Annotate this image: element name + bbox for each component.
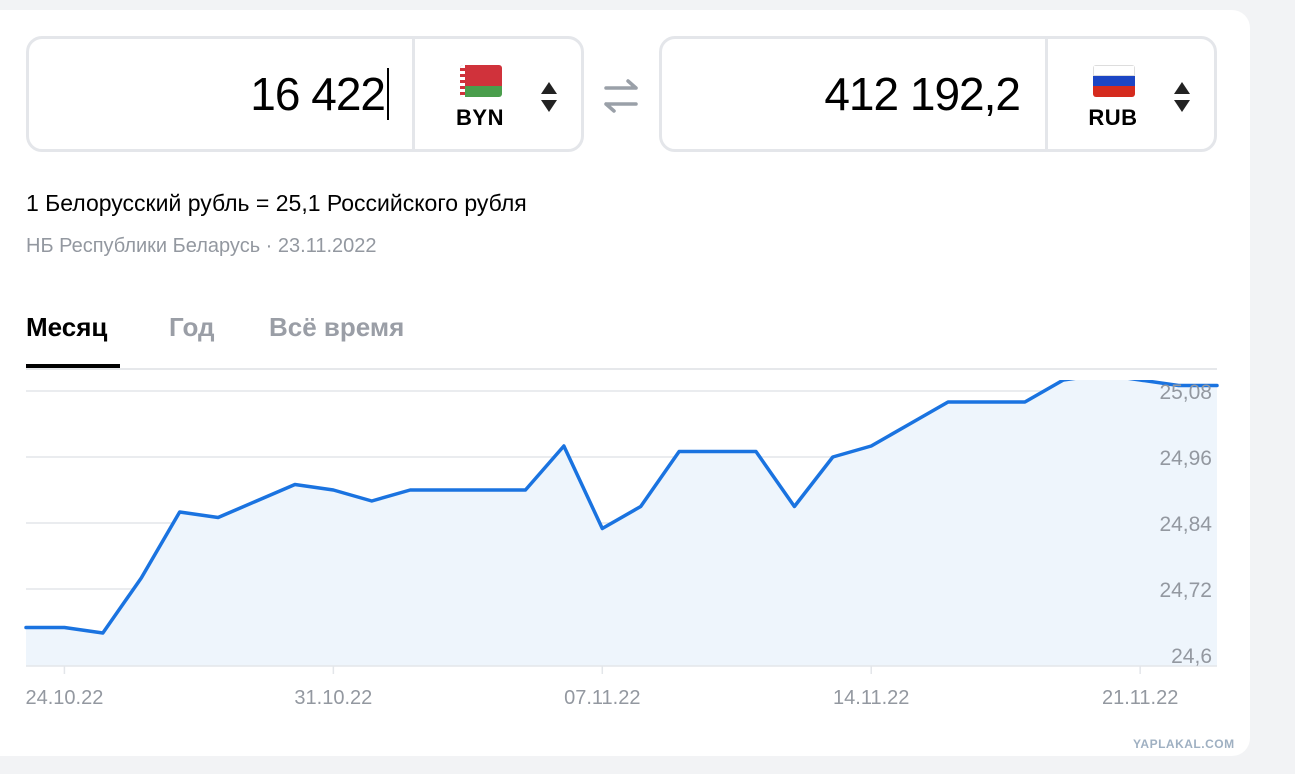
x-tick-label: 24.10.22 bbox=[25, 687, 103, 709]
x-tick-label: 07.11.22 bbox=[564, 687, 640, 709]
belarus-flag-icon bbox=[460, 65, 502, 97]
period-tabs: Месяц Год Всё время bbox=[26, 300, 1217, 370]
y-tick-label: 24,72 bbox=[1159, 579, 1212, 602]
from-currency-field[interactable]: 16 422 BYN bbox=[26, 36, 584, 152]
rate-source-text: НБ Республики Беларусь · 23.11.2022 bbox=[26, 235, 377, 257]
sort-updown-icon bbox=[541, 82, 557, 112]
to-amount-input[interactable]: 412 192,2 bbox=[662, 39, 1044, 149]
from-currency-code: BYN bbox=[456, 105, 504, 130]
x-tick-label: 31.10.22 bbox=[294, 687, 372, 709]
x-tick-label: 14.11.22 bbox=[833, 687, 909, 709]
tab-year[interactable]: Год bbox=[169, 312, 215, 343]
y-tick-label: 24,96 bbox=[1159, 447, 1212, 470]
rate-chart[interactable]: 24,6 24,72 24,84 24,96 25,08 24.10.22 31.10.22… bbox=[0, 380, 1250, 730]
to-currency-code: RUB bbox=[1088, 105, 1138, 130]
from-amount-value: 16 422 bbox=[250, 68, 386, 120]
active-tab-indicator bbox=[26, 364, 120, 368]
tab-month[interactable]: Месяц bbox=[26, 312, 107, 343]
to-currency-field[interactable]: 412 192,2 RUB bbox=[659, 36, 1217, 152]
series-area bbox=[26, 380, 1217, 666]
exchange-rate-text: 1 Белорусский рубль = 25,1 Российского р… bbox=[26, 190, 527, 216]
watermark: YAPLAKAL.COM bbox=[1133, 737, 1235, 751]
russia-flag-icon bbox=[1093, 65, 1135, 97]
y-tick-label: 24,84 bbox=[1159, 513, 1212, 536]
from-amount-input[interactable]: 16 422 bbox=[29, 39, 411, 149]
text-caret bbox=[387, 68, 389, 120]
rate-chart-svg: 24,6 24,72 24,84 24,96 25,08 24.10.22 31.10.22… bbox=[24, 380, 1219, 709]
tab-all-time[interactable]: Всё время bbox=[269, 312, 404, 343]
sort-updown-icon bbox=[1174, 82, 1190, 112]
to-currency-select[interactable]: RUB bbox=[1048, 39, 1214, 149]
to-amount-value: 412 192,2 bbox=[824, 68, 1021, 120]
from-currency-select[interactable]: BYN bbox=[415, 39, 581, 149]
swap-currencies-icon[interactable] bbox=[602, 76, 640, 116]
y-tick-label: 24,6 bbox=[1171, 645, 1212, 668]
y-tick-label: 25,08 bbox=[1159, 381, 1212, 404]
x-tick-label: 21.11.22 bbox=[1102, 687, 1178, 709]
